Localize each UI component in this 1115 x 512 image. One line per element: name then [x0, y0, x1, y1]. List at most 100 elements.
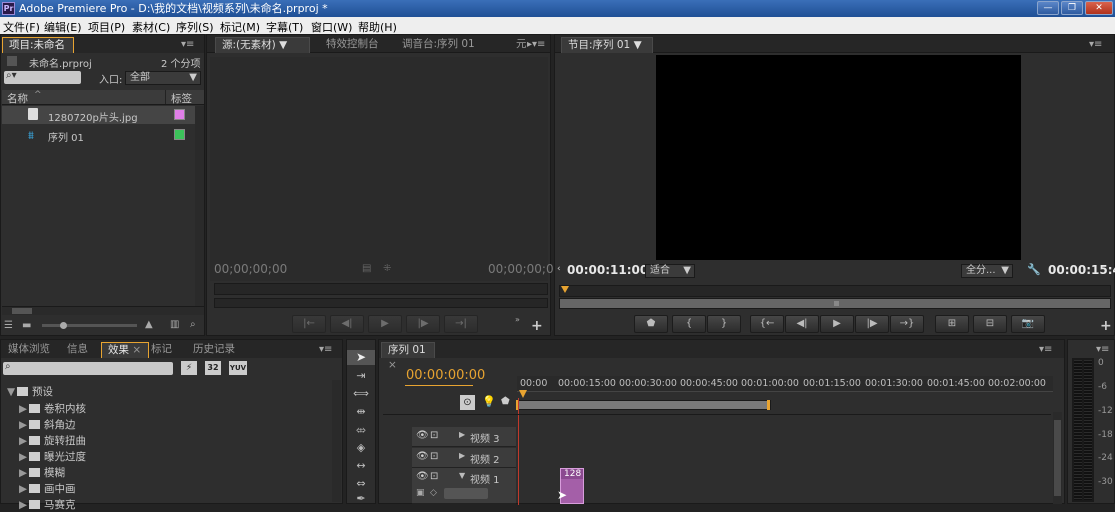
close-button[interactable]: ✕	[1085, 1, 1113, 15]
razor-tool-icon[interactable]: ◈	[347, 441, 375, 454]
tab-info[interactable]: 信息	[61, 342, 94, 358]
32bit-effects-icon[interactable]: 32	[205, 361, 221, 375]
tab-project[interactable]: 项目:未命名 ×	[2, 37, 74, 66]
menu-sequence[interactable]: 序列(S)	[176, 19, 214, 35]
menu-clip[interactable]: 素材(C)	[132, 19, 170, 35]
tab-history[interactable]: 历史记录	[187, 342, 241, 358]
menu-edit[interactable]: 编辑(E)	[44, 19, 82, 35]
tab-audio-mixer[interactable]: 调音台:序列 01	[396, 37, 481, 53]
extract-button[interactable]: ⊟	[973, 315, 1007, 333]
quality-dropdown[interactable]: 全分... ▼	[961, 264, 1013, 278]
bin-icon[interactable]: ▥	[170, 319, 179, 330]
track-select-tool-icon[interactable]: ⇥	[347, 369, 375, 382]
rate-stretch-tool-icon[interactable]: ⤄	[347, 423, 375, 437]
vertical-scrollbar[interactable]	[195, 106, 204, 306]
close-icon[interactable]: ×	[132, 344, 141, 356]
play-button[interactable]: ▶	[820, 315, 854, 333]
tab-markers[interactable]: 标记	[145, 342, 178, 358]
label-color-swatch[interactable]	[174, 129, 185, 140]
wrench-icon[interactable]: 🔧	[1027, 263, 1041, 276]
pen-tool-icon[interactable]: ✒	[347, 492, 375, 505]
menu-title[interactable]: 字幕(T)	[266, 19, 303, 35]
zoom-slider[interactable]	[42, 322, 137, 329]
selection-tool-icon[interactable]: ➤	[347, 350, 375, 365]
keyframe-nav[interactable]	[444, 488, 488, 499]
source-zoom-bar[interactable]	[214, 298, 548, 308]
tree-item[interactable]: ▶ 卷积内核	[19, 401, 86, 416]
program-timecode-current[interactable]: 00:00:11:00	[567, 263, 648, 277]
restore-button[interactable]: ❐	[1061, 1, 1083, 15]
effects-search-input[interactable]: ⌕	[3, 361, 173, 375]
program-video-frame[interactable]	[656, 55, 1021, 260]
find-icon[interactable]: ⌕	[190, 319, 196, 330]
eye-icon[interactable]: 👁	[416, 451, 429, 462]
mark-out-button[interactable]: →|	[444, 315, 478, 333]
drag-video-icon[interactable]: ▤	[362, 263, 371, 274]
panel-menu-icon[interactable]: ▾≡	[1039, 344, 1052, 355]
project-item[interactable]: ⩩ 序列 01	[2, 126, 195, 144]
minimize-button[interactable]: —	[1037, 1, 1059, 15]
program-zoom-bar[interactable]	[559, 298, 1111, 309]
source-time-ruler[interactable]	[214, 283, 548, 295]
work-area-bar[interactable]	[516, 400, 771, 410]
step-back-button[interactable]: ◀|	[330, 315, 364, 333]
add-marker-button[interactable]: ⬟	[634, 315, 668, 333]
panel-menu-icon[interactable]: ▾≡	[1096, 344, 1109, 355]
mark-in-button[interactable]: |←	[292, 315, 326, 333]
tab-sequence[interactable]: 序列 01 ×	[381, 342, 435, 371]
tree-item-presets[interactable]: ▼ 预设	[7, 384, 53, 399]
work-area-end-handle[interactable]	[767, 400, 770, 410]
chevron-down-icon[interactable]: ▼	[459, 471, 465, 480]
entry-dropdown[interactable]: 全部 ▼	[125, 71, 201, 85]
ripple-edit-tool-icon[interactable]: ⟺	[347, 387, 375, 400]
project-search-input[interactable]: ⌕▾	[4, 70, 81, 84]
fit-dropdown[interactable]: 适合 ▼	[645, 264, 695, 278]
lift-button[interactable]: ⊞	[935, 315, 969, 333]
chevron-right-icon[interactable]: ▶	[459, 430, 465, 439]
menu-file[interactable]: 文件(F)	[3, 19, 40, 35]
slip-tool-icon[interactable]: ↔	[347, 459, 375, 472]
drag-audio-icon[interactable]: ⁜	[383, 263, 391, 274]
tab-source[interactable]: 源:(无素材) ▼	[215, 37, 310, 53]
step-forward-button[interactable]: |▶	[855, 315, 889, 333]
panel-menu-icon[interactable]: ▾≡	[1089, 39, 1102, 50]
slide-tool-icon[interactable]: ⇔	[347, 477, 375, 490]
menu-marker[interactable]: 标记(M)	[220, 19, 260, 35]
tab-effects[interactable]: 效果 ×	[101, 342, 149, 358]
tree-item[interactable]: ▶ 马赛克	[19, 497, 76, 512]
column-name[interactable]: 名称	[7, 91, 28, 106]
eye-icon[interactable]: 👁	[416, 471, 429, 482]
step-back-button[interactable]: ◀|	[785, 315, 819, 333]
timeline-timecode[interactable]: 00:00:00:00	[406, 368, 485, 383]
keyframe-icon[interactable]: ◇	[430, 488, 437, 498]
step-forward-button[interactable]: |▶	[406, 315, 440, 333]
go-to-in-button[interactable]: {←	[750, 315, 784, 333]
project-item[interactable]: 1280720p片头.jpg	[2, 106, 195, 124]
mark-out-button[interactable]: }	[707, 315, 741, 333]
add-button-icon[interactable]: +	[1100, 318, 1112, 334]
tab-program[interactable]: 节目:序列 01 ▼	[561, 37, 653, 53]
list-view-icon[interactable]: ☰	[4, 320, 13, 331]
tree-item[interactable]: ▶ 斜角边	[19, 417, 76, 432]
vertical-scrollbar[interactable]	[332, 380, 341, 502]
tree-item[interactable]: ▶ 模糊	[19, 465, 65, 480]
source-timecode-in[interactable]: 00;00;00;00	[214, 262, 287, 276]
accelerated-effects-icon[interactable]: ⚡	[181, 361, 197, 375]
tree-item[interactable]: ▶ 旋转扭曲	[19, 433, 86, 448]
tree-item[interactable]: ▶ 画中画	[19, 481, 76, 496]
close-icon[interactable]: ×	[388, 359, 397, 371]
export-frame-button[interactable]: 📷	[1011, 315, 1045, 333]
tab-media-browser[interactable]: 媒体浏览	[2, 342, 56, 358]
eye-icon[interactable]: 👁	[416, 430, 429, 441]
panel-menu-icon[interactable]: ▾≡	[319, 344, 332, 355]
label-color-swatch[interactable]	[174, 109, 185, 120]
panel-menu-icon[interactable]: ▾≡	[181, 39, 194, 50]
snap-icon[interactable]: ⊙	[460, 395, 475, 410]
add-button-icon[interactable]: +	[531, 318, 543, 334]
menu-window[interactable]: 窗口(W)	[311, 19, 352, 35]
more-icon[interactable]: »	[515, 315, 520, 324]
program-time-ruler[interactable]	[559, 285, 1111, 297]
playhead-marker-icon[interactable]	[519, 390, 527, 398]
display-style-icon[interactable]: ▣	[416, 488, 425, 498]
play-button[interactable]: ▶	[368, 315, 402, 333]
